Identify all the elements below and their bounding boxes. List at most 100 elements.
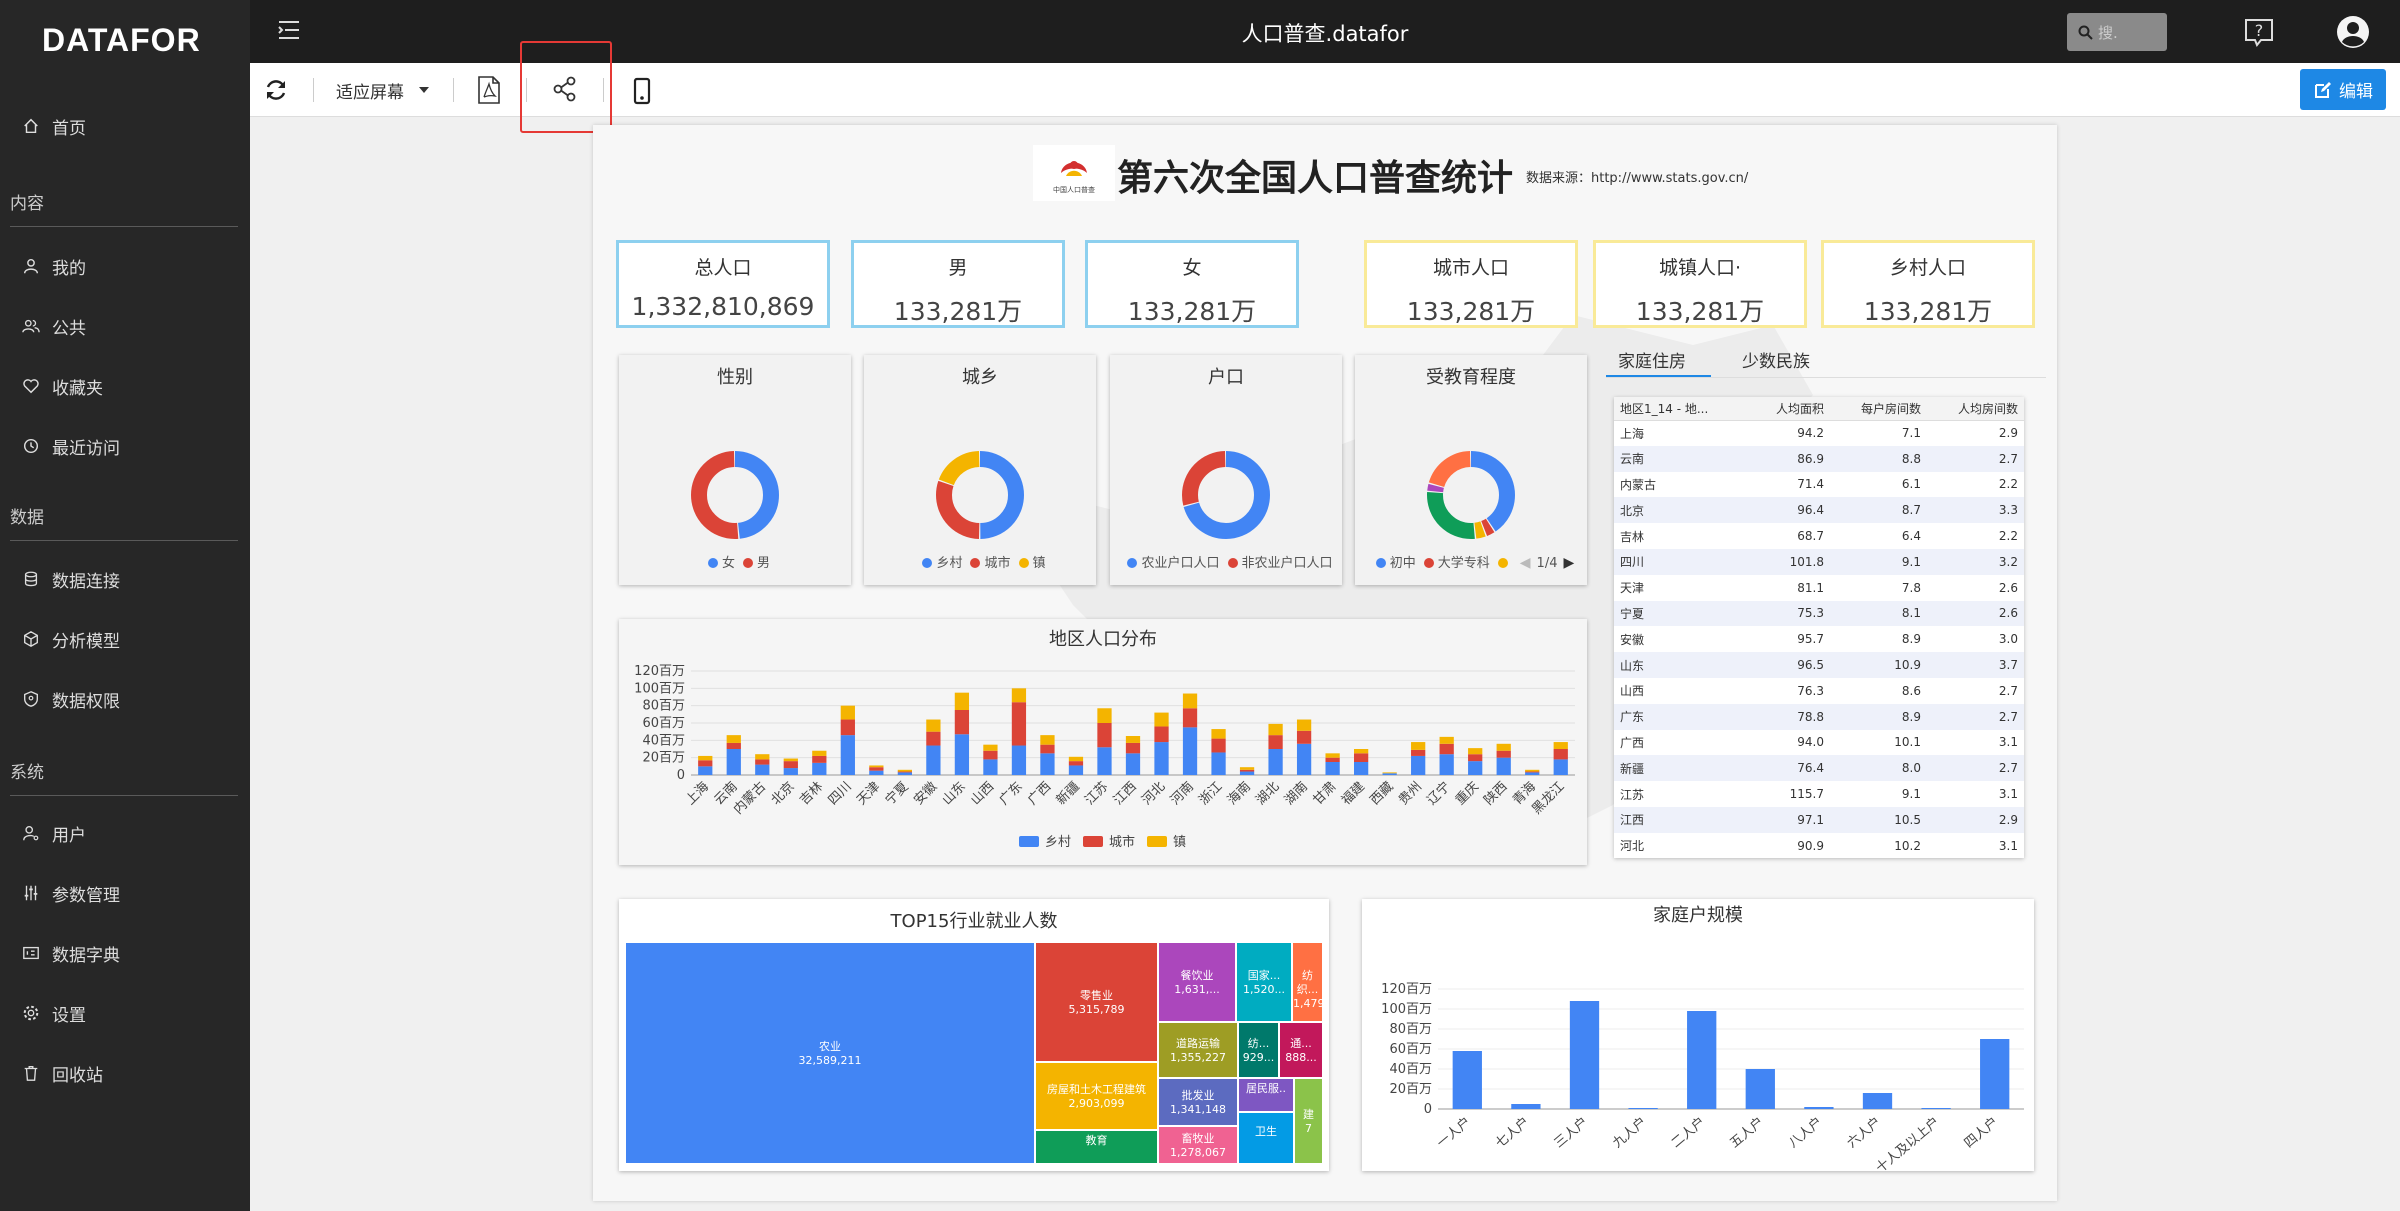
bar[interactable] — [1011, 702, 1027, 746]
nav-mine[interactable]: 我的 — [22, 246, 232, 286]
bar[interactable] — [755, 764, 770, 775]
bar[interactable] — [1068, 761, 1084, 766]
bar[interactable] — [1628, 1108, 1658, 1109]
bar[interactable] — [1525, 771, 1540, 773]
bar[interactable] — [1125, 742, 1141, 754]
tab-minority[interactable]: 少数民族 — [1742, 347, 1810, 372]
bar[interactable] — [840, 705, 855, 720]
table-header[interactable]: 人均房间数 — [1926, 397, 2024, 421]
bar[interactable] — [1239, 771, 1255, 775]
bar[interactable] — [783, 761, 798, 769]
bar[interactable] — [1154, 742, 1169, 775]
table-row[interactable]: 山东 96.5 10.9 3.7 — [1614, 652, 2024, 678]
bar[interactable] — [1097, 747, 1112, 775]
treemap-cell[interactable]: 通... 888... — [1279, 1022, 1323, 1078]
treemap-cell[interactable]: 零售业 5,315,789 — [1035, 942, 1158, 1062]
table-row[interactable]: 上海 94.2 7.1 2.9 — [1614, 420, 2024, 446]
bar[interactable] — [1068, 756, 1084, 762]
bar[interactable] — [1745, 1069, 1775, 1109]
bar[interactable] — [1382, 772, 1397, 774]
bar[interactable] — [926, 745, 941, 775]
table-header[interactable]: 每户房间数 — [1829, 397, 1927, 421]
bar[interactable] — [926, 719, 941, 732]
bar[interactable] — [783, 758, 798, 762]
table-header[interactable]: 地区1_14 - 地... — [1614, 397, 1750, 421]
bar[interactable] — [1011, 745, 1027, 775]
bar[interactable] — [869, 765, 884, 768]
nav-params[interactable]: 参数管理 — [22, 873, 232, 913]
bar[interactable] — [897, 772, 912, 775]
treemap-cell[interactable]: 餐饮业 1,631,... — [1158, 942, 1236, 1022]
bar[interactable] — [926, 731, 941, 746]
bar[interactable] — [983, 744, 998, 751]
bar[interactable] — [1439, 754, 1454, 775]
bar[interactable] — [1154, 712, 1169, 727]
bar[interactable] — [1325, 762, 1340, 775]
bar[interactable] — [755, 759, 770, 765]
table-header[interactable]: 人均面积 — [1749, 397, 1830, 421]
bar[interactable] — [1211, 738, 1226, 753]
table-row[interactable]: 江西 97.1 10.5 2.9 — [1614, 806, 2024, 833]
account-icon[interactable] — [2336, 15, 2370, 49]
bar[interactable] — [983, 759, 998, 775]
pdf-export-icon[interactable] — [476, 75, 502, 105]
bar[interactable] — [1553, 749, 1568, 760]
nav-recent[interactable]: 最近访问 — [22, 426, 232, 466]
nav-analysis-model[interactable]: 分析模型 — [22, 619, 232, 659]
bar[interactable] — [1296, 743, 1312, 775]
table-row[interactable]: 山西 76.3 8.6 2.7 — [1614, 678, 2024, 704]
table-row[interactable]: 吉林 68.7 6.4 2.2 — [1614, 523, 2024, 549]
bar[interactable] — [812, 762, 827, 775]
bar[interactable] — [1268, 735, 1283, 749]
bar[interactable] — [1182, 708, 1198, 728]
bar[interactable] — [1125, 753, 1141, 775]
bar[interactable] — [1411, 749, 1426, 756]
bar[interactable] — [1411, 742, 1426, 750]
bar[interactable] — [1296, 730, 1312, 744]
table-row[interactable]: 广西 94.0 10.1 3.1 — [1614, 730, 2024, 756]
treemap-cell[interactable]: 房屋和土木工程建筑 2,903,099 — [1035, 1062, 1158, 1130]
bar[interactable] — [1011, 688, 1027, 703]
bar[interactable] — [755, 754, 770, 760]
bar[interactable] — [1040, 753, 1055, 775]
bar[interactable] — [1211, 752, 1226, 775]
bar[interactable] — [1553, 759, 1568, 775]
bar[interactable] — [726, 742, 741, 749]
bar[interactable] — [698, 766, 713, 775]
tab-housing[interactable]: 家庭住房 — [1618, 347, 1686, 372]
bar[interactable] — [1154, 726, 1169, 743]
bar[interactable] — [1182, 727, 1198, 775]
bar[interactable] — [1804, 1107, 1834, 1109]
nav-home[interactable]: 首页 — [22, 106, 232, 146]
bar[interactable] — [1040, 744, 1055, 754]
nav-users[interactable]: 用户 — [22, 813, 232, 853]
table-row[interactable]: 四川 101.8 9.1 3.2 — [1614, 548, 2024, 575]
bar[interactable] — [1068, 765, 1084, 775]
bar[interactable] — [1439, 743, 1454, 755]
nav-recycle[interactable]: 回收站 — [22, 1053, 232, 1093]
treemap-cell[interactable]: 纺织...1,479... — [1292, 942, 1323, 1022]
bar[interactable] — [1354, 753, 1369, 762]
prev-page-icon[interactable]: ◀ — [1520, 555, 1531, 571]
table-row[interactable]: 天津 81.1 7.8 2.6 — [1614, 575, 2024, 601]
treemap-cell[interactable]: 教育 — [1035, 1130, 1158, 1164]
nav-data-connect[interactable]: 数据连接 — [22, 559, 232, 599]
bar[interactable] — [1268, 723, 1283, 736]
table-row[interactable]: 内蒙古 71.4 6.1 2.2 — [1614, 472, 2024, 498]
bar[interactable] — [1553, 742, 1568, 749]
treemap-cell[interactable]: 批发业 1,341,148 — [1158, 1078, 1238, 1126]
treemap-cell[interactable]: 居民服.. — [1238, 1078, 1294, 1112]
bar[interactable] — [1452, 1051, 1482, 1109]
nav-data-permission[interactable]: 数据权限 — [22, 679, 232, 719]
treemap-cell[interactable]: 卫生 — [1238, 1112, 1294, 1164]
bar[interactable] — [954, 734, 970, 775]
treemap-cell[interactable]: 农业 32,589,211 — [625, 942, 1035, 1164]
bar[interactable] — [1211, 729, 1226, 739]
table-row[interactable]: 安徽 95.7 8.9 3.0 — [1614, 626, 2024, 652]
bar[interactable] — [1354, 749, 1369, 754]
bar[interactable] — [726, 735, 741, 743]
bar[interactable] — [840, 719, 855, 736]
bar[interactable] — [869, 770, 884, 775]
help-icon[interactable]: ? — [2243, 17, 2275, 47]
bar[interactable] — [1468, 761, 1483, 775]
